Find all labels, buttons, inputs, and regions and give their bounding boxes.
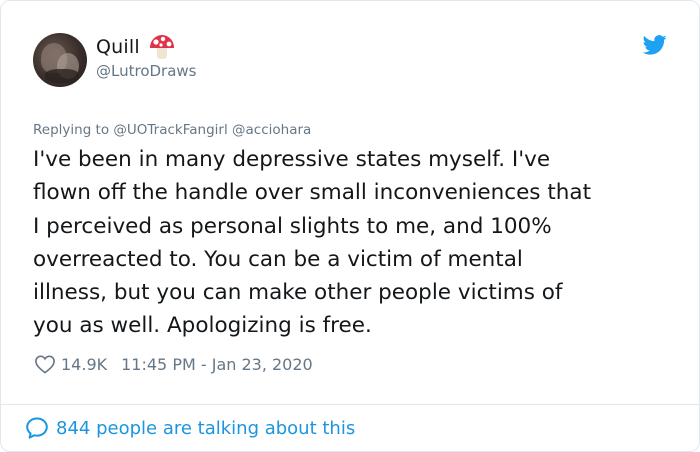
replying-to-label: Replying to xyxy=(33,122,110,138)
tweet-text: I've been in many depressive states myse… xyxy=(33,147,592,339)
tweet-meta: 14.9K 11:45 PM - Jan 23, 2020 xyxy=(34,352,313,376)
talking-count-text: 844 people are talking about this xyxy=(56,417,356,439)
reply-mention[interactable]: @UOTrackFangirl xyxy=(113,122,227,138)
twitter-bird-icon[interactable] xyxy=(643,35,667,55)
name-row: Quill xyxy=(96,34,197,60)
avatar-shape xyxy=(45,69,79,83)
heart-icon[interactable] xyxy=(34,354,56,374)
mushroom-emoji xyxy=(149,35,174,59)
replying-to: Replying to @UOTrackFangirl @acciohara xyxy=(33,122,311,138)
conversation-link[interactable]: 844 people are talking about this xyxy=(25,415,355,441)
tweet-embed-card: Quill @LutroDraws Replying to @UOTrackFa… xyxy=(0,0,700,452)
avatar[interactable] xyxy=(33,33,87,87)
user-handle[interactable]: @LutroDraws xyxy=(96,62,197,80)
timestamp-link[interactable]: 11:45 PM - Jan 23, 2020 xyxy=(121,355,313,374)
reply-mention[interactable]: @acciohara xyxy=(232,122,311,138)
user-info: Quill @LutroDraws xyxy=(96,34,197,80)
speech-bubble-icon xyxy=(26,417,48,439)
divider xyxy=(1,404,700,405)
like-count[interactable]: 14.9K xyxy=(61,355,107,374)
display-name[interactable]: Quill xyxy=(96,36,140,58)
